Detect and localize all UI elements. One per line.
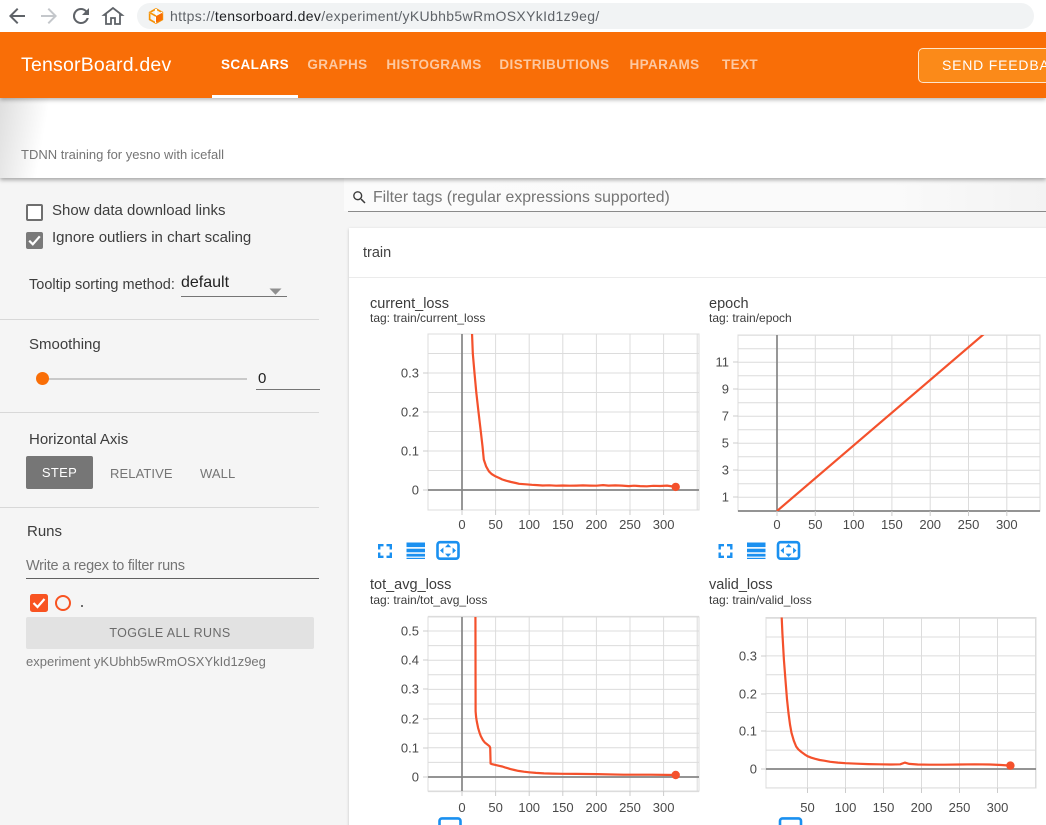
svg-text:0: 0 [412, 483, 419, 498]
svg-text:150: 150 [552, 800, 574, 815]
svg-text:0.4: 0.4 [401, 653, 419, 668]
svg-text:0.3: 0.3 [401, 682, 419, 697]
svg-text:300: 300 [653, 800, 675, 815]
svg-text:0: 0 [458, 800, 465, 815]
svg-text:100: 100 [518, 800, 540, 815]
svg-text:7: 7 [722, 409, 729, 424]
svg-text:200: 200 [586, 517, 608, 532]
svg-text:300: 300 [996, 517, 1018, 532]
svg-text:0: 0 [458, 517, 465, 532]
svg-text:300: 300 [987, 800, 1009, 815]
svg-text:150: 150 [873, 800, 895, 815]
svg-text:100: 100 [835, 800, 857, 815]
svg-text:200: 200 [586, 800, 608, 815]
svg-text:250: 250 [949, 800, 971, 815]
svg-text:200: 200 [919, 517, 941, 532]
svg-text:50: 50 [800, 800, 814, 815]
svg-text:50: 50 [808, 517, 822, 532]
svg-text:5: 5 [722, 436, 729, 451]
svg-text:0.2: 0.2 [401, 405, 419, 420]
svg-text:250: 250 [958, 517, 980, 532]
svg-text:0: 0 [750, 762, 757, 777]
svg-text:0.2: 0.2 [401, 712, 419, 727]
svg-text:11: 11 [716, 355, 730, 370]
svg-text:0: 0 [773, 517, 780, 532]
svg-text:0.3: 0.3 [401, 366, 419, 381]
svg-text:300: 300 [653, 517, 675, 532]
svg-text:0.5: 0.5 [401, 624, 419, 639]
svg-text:150: 150 [552, 517, 574, 532]
svg-text:250: 250 [619, 517, 641, 532]
svg-text:0: 0 [412, 770, 419, 785]
svg-text:50: 50 [488, 800, 502, 815]
svg-text:200: 200 [911, 800, 933, 815]
svg-text:0.1: 0.1 [401, 741, 419, 756]
svg-text:0.1: 0.1 [739, 724, 757, 739]
svg-text:0.3: 0.3 [739, 649, 757, 664]
svg-text:0.1: 0.1 [401, 444, 419, 459]
svg-text:250: 250 [619, 800, 641, 815]
svg-text:100: 100 [518, 517, 540, 532]
svg-text:9: 9 [722, 382, 729, 397]
svg-text:150: 150 [881, 517, 903, 532]
svg-text:3: 3 [722, 463, 729, 478]
svg-text:50: 50 [488, 517, 502, 532]
svg-text:0.2: 0.2 [739, 687, 757, 702]
svg-text:100: 100 [843, 517, 865, 532]
svg-text:1: 1 [722, 490, 729, 505]
